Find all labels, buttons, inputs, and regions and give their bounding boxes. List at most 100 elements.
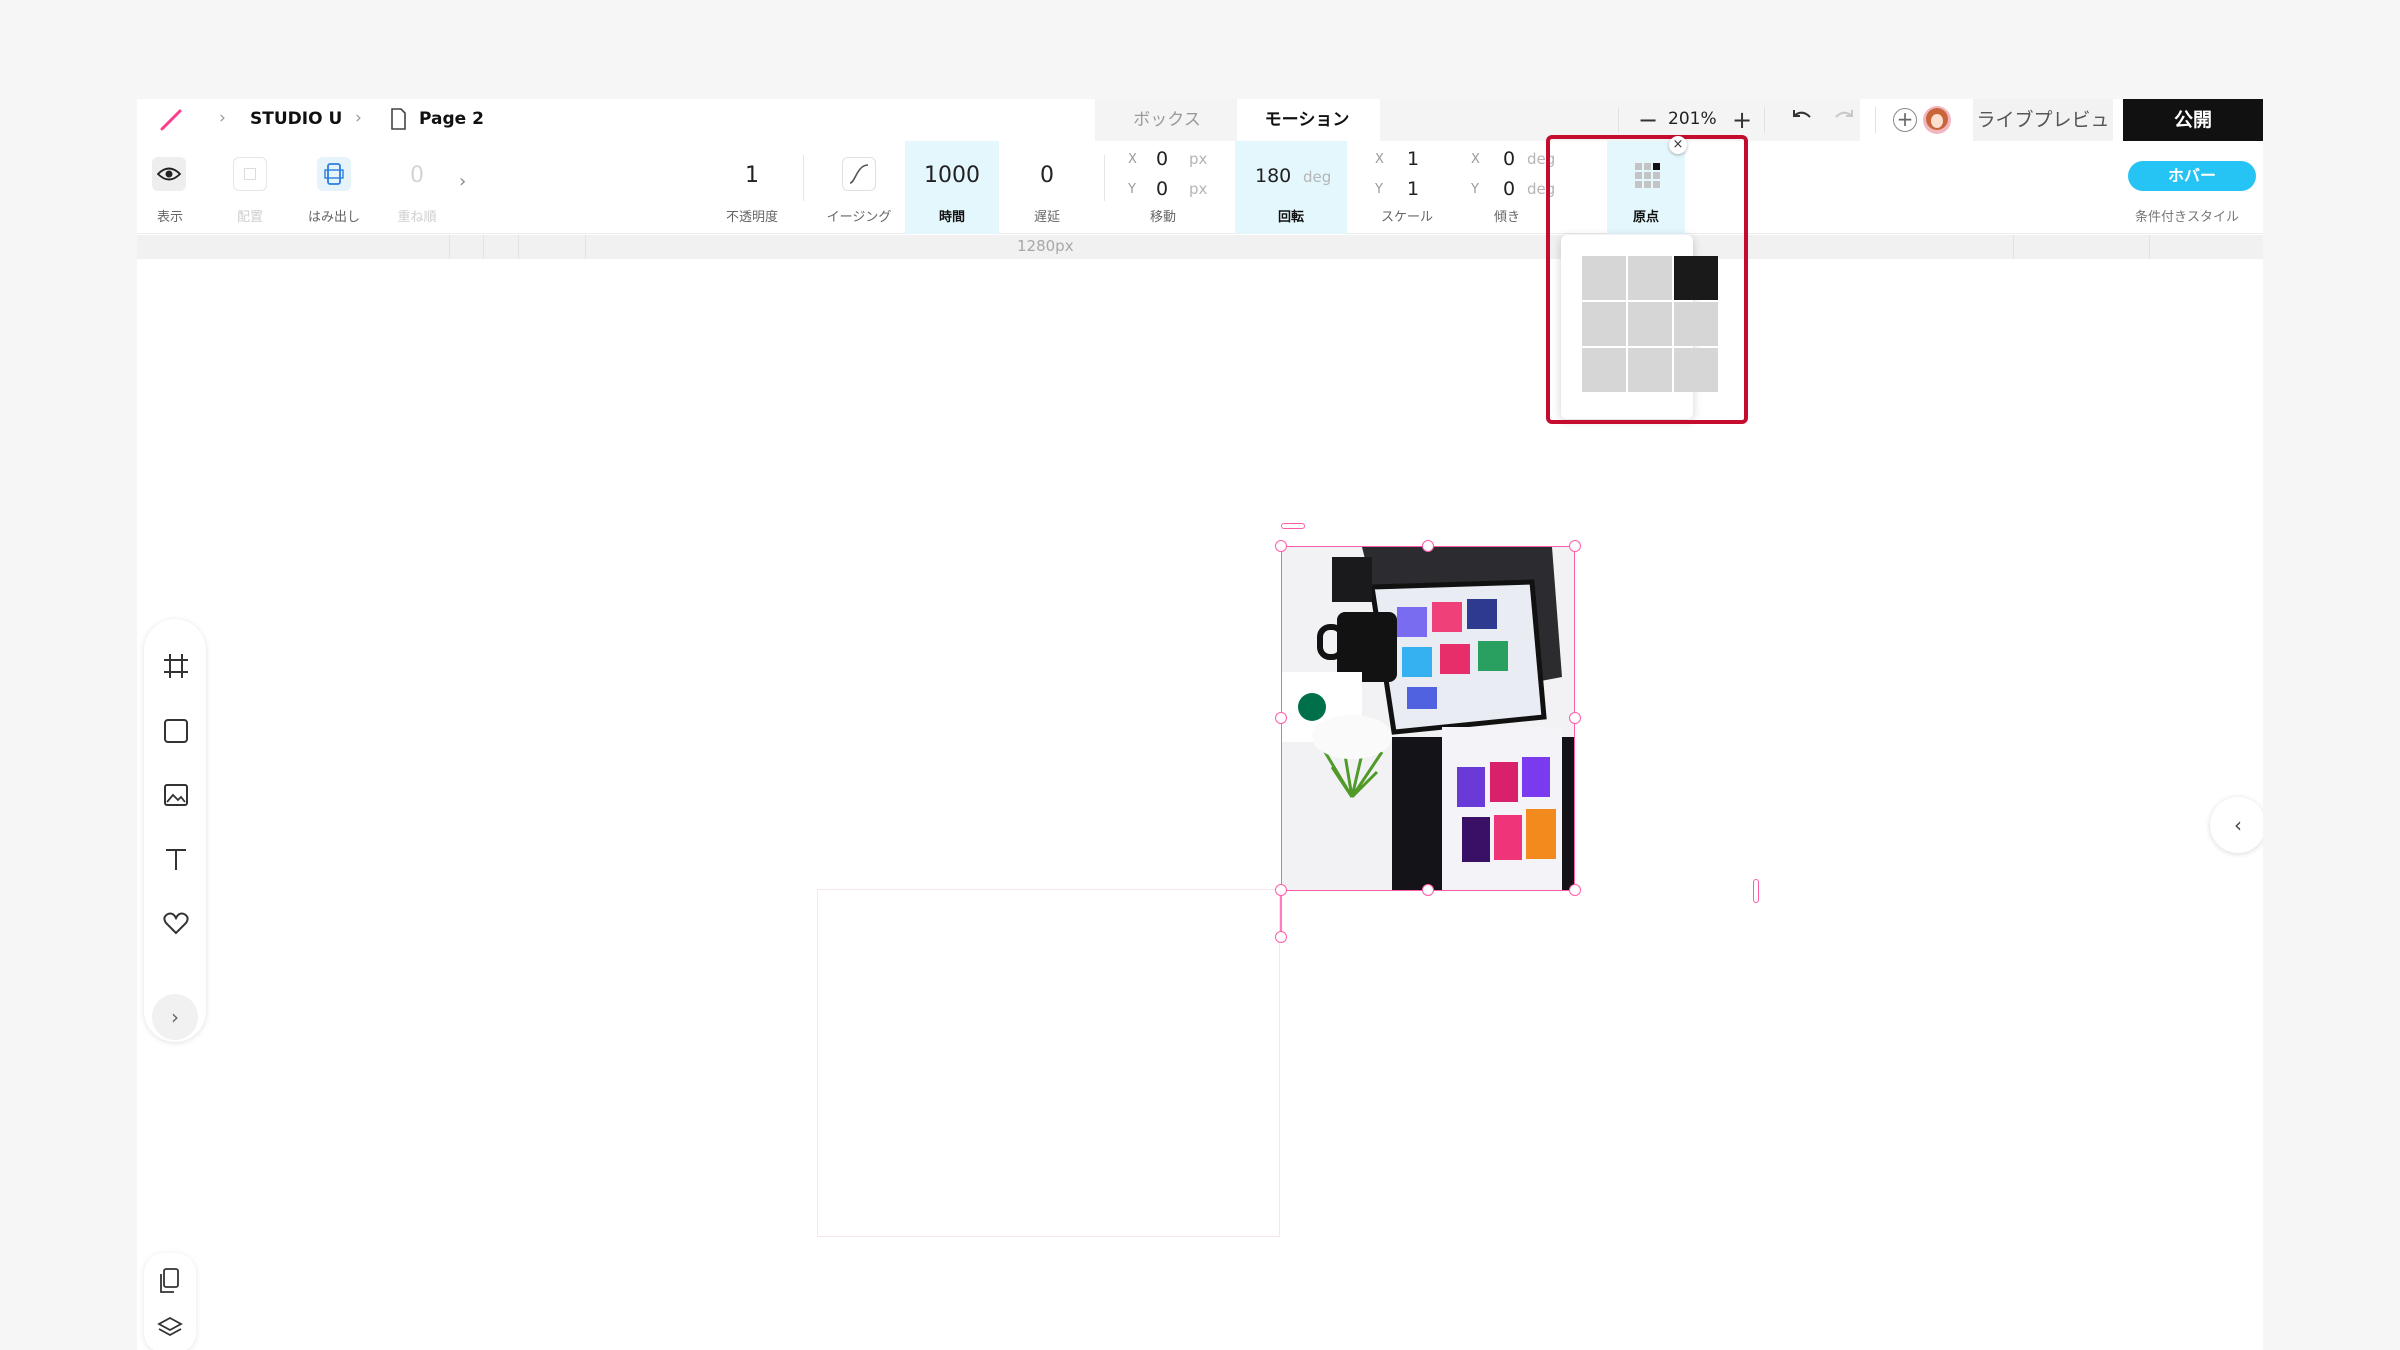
duration-field[interactable]: 1000 時間 (905, 141, 999, 234)
motion-toolbar: 表示 配置 はみ出し 0 重ね順 › 1 不透明度 イージング 1000 時間 … (137, 141, 2263, 234)
axis-y-label: Y (1471, 182, 1479, 197)
opacity-value[interactable]: 1 (707, 163, 797, 188)
move-field[interactable]: X 0 px Y 0 px 移動 (1112, 141, 1214, 234)
page-icon (391, 108, 406, 130)
axis-y-label: Y (1128, 182, 1136, 197)
tab-box[interactable]: ボックス (1127, 99, 1207, 141)
studio-logo-icon[interactable] (159, 108, 183, 132)
rotate-handle[interactable] (1281, 523, 1305, 529)
breadcrumb-page[interactable]: Page 2 (419, 109, 484, 129)
scale-field[interactable]: X 1 Y 1 スケール (1359, 141, 1455, 234)
stack-value[interactable]: 0 (377, 163, 457, 188)
editor-app: › STUDIO U › Page 2 ボックス 画像 モーション − 201%… (137, 99, 2263, 1350)
easing-field[interactable]: イージング (811, 141, 907, 234)
zoom-in-button[interactable]: + (1728, 106, 1756, 134)
chevron-left-icon[interactable]: ‹ (2210, 797, 2263, 853)
skew-x-value[interactable]: 0 (1503, 148, 1515, 170)
origin-anchor-handle[interactable] (1275, 931, 1287, 943)
zoom-out-button[interactable]: − (1634, 106, 1662, 134)
canvas-ruler: 1280px (137, 235, 2263, 259)
easing-label: イージング (826, 210, 892, 225)
layers-icon[interactable] (157, 1315, 183, 1341)
tab-motion[interactable]: モーション (1237, 99, 1377, 141)
move-x-unit: px (1189, 150, 1208, 168)
conditional-style-label: 条件付きスタイル (2135, 210, 2240, 225)
resize-handle[interactable] (1275, 540, 1287, 552)
divider (803, 155, 804, 201)
scale-x-value[interactable]: 1 (1407, 148, 1419, 170)
divider (1764, 107, 1765, 133)
selected-image[interactable] (1281, 546, 1575, 891)
place-label: 配置 (236, 210, 263, 225)
breadcrumb-project[interactable]: STUDIO U (250, 109, 342, 129)
move-y-unit: px (1189, 180, 1208, 198)
divider (1618, 107, 1619, 133)
axis-x-label: X (1128, 152, 1137, 167)
divider (1875, 107, 1876, 133)
skew-field[interactable]: X 0 deg Y 0 deg 傾き (1455, 141, 1559, 234)
redo-icon[interactable] (1830, 105, 1858, 133)
resize-handle[interactable] (1275, 712, 1287, 724)
stack-label: 重ね順 (397, 210, 437, 225)
place-icon (244, 168, 256, 180)
zoom-level[interactable]: 201% (1668, 109, 1717, 129)
image-tool-icon[interactable] (162, 781, 190, 809)
rotate-value[interactable]: 180 (1255, 165, 1291, 187)
resize-handle[interactable] (1569, 540, 1581, 552)
bottom-dock (144, 1253, 196, 1350)
move-y-value[interactable]: 0 (1156, 178, 1168, 200)
divider (1104, 155, 1105, 201)
move-label: 移動 (1149, 210, 1176, 225)
chevron-right-icon[interactable]: › (459, 171, 466, 192)
hover-state-button[interactable]: ホバー (2128, 161, 2256, 191)
delay-value[interactable]: 0 (999, 163, 1095, 188)
chevron-right-icon: › (219, 108, 226, 128)
easing-curve-icon (849, 164, 869, 184)
opacity-label: 不透明度 (725, 210, 778, 225)
show-label: 表示 (156, 210, 183, 225)
stack-order[interactable]: 0 重ね順 (377, 141, 457, 234)
publish-button[interactable]: 公開 (2123, 99, 2263, 141)
expand-tools-button[interactable]: › (152, 994, 198, 1040)
highlight-frame (1546, 135, 1748, 424)
overflow-label: はみ出し (307, 210, 360, 225)
header-bar: › STUDIO U › Page 2 ボックス 画像 モーション − 201%… (137, 99, 2263, 173)
rotate-field[interactable]: 180 deg 回転 (1235, 141, 1347, 234)
skew-y-value[interactable]: 0 (1503, 178, 1515, 200)
opacity-field[interactable]: 1 不透明度 (707, 141, 797, 234)
eye-icon (157, 167, 181, 181)
resize-handle[interactable] (1569, 712, 1581, 724)
resize-handle[interactable] (1569, 884, 1581, 896)
axis-x-label: X (1375, 152, 1384, 167)
box-tool-icon[interactable] (162, 717, 190, 745)
overflow-icon (324, 163, 344, 185)
heart-icon[interactable] (162, 909, 190, 937)
text-tool-icon[interactable] (162, 845, 190, 873)
tool-dock: › (144, 619, 206, 1042)
overflow-toggle[interactable]: はみ出し (294, 141, 374, 234)
canvas-width-label: 1280px (1017, 237, 1074, 255)
invite-plus-icon[interactable]: + (1893, 108, 1917, 132)
resize-handle[interactable] (1422, 540, 1434, 552)
avatar[interactable] (1923, 106, 1951, 134)
close-icon[interactable]: × (1669, 136, 1687, 154)
live-preview-button[interactable]: ライブプレビュー (1973, 99, 2113, 173)
duration-value[interactable]: 1000 (905, 163, 999, 188)
undo-icon[interactable] (1788, 105, 1816, 133)
resize-handle[interactable] (1422, 884, 1434, 896)
delay-label: 遅延 (1033, 210, 1060, 225)
delay-field[interactable]: 0 遅延 (999, 141, 1095, 234)
scale-y-value[interactable]: 1 (1407, 178, 1419, 200)
rotate-label: 回転 (1277, 210, 1304, 225)
place-toggle[interactable]: 配置 (217, 141, 283, 234)
origin-guide-line (1280, 896, 1282, 932)
transform-origin-handle[interactable] (1275, 884, 1287, 896)
axis-x-label: X (1471, 152, 1480, 167)
show-toggle[interactable]: 表示 (137, 141, 203, 234)
move-x-value[interactable]: 0 (1156, 148, 1168, 170)
pages-icon[interactable] (158, 1267, 182, 1295)
frame-tool-icon[interactable] (162, 652, 190, 680)
width-handle[interactable] (1753, 879, 1759, 903)
axis-y-label: Y (1375, 182, 1383, 197)
chevron-right-icon: › (355, 108, 362, 128)
